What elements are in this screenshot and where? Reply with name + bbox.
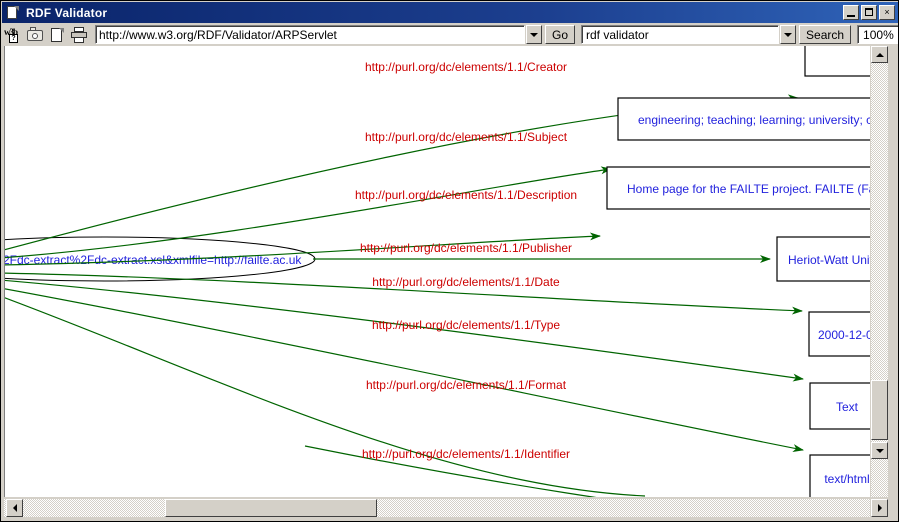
edge-label-type: http://purl.org/dc/elements/1.1/Type	[372, 318, 560, 332]
vertical-scrollbar-thumb[interactable]	[871, 380, 888, 440]
horizontal-scrollbar-track[interactable]	[4, 499, 870, 517]
object-node-date[interactable]: 2000-12-05	[808, 311, 870, 357]
triangle-left-icon	[12, 504, 17, 512]
object-node-publisher[interactable]: Heriot-Watt Unive	[776, 236, 870, 282]
search-button[interactable]: Search	[799, 25, 852, 44]
camera-icon[interactable]	[25, 25, 46, 45]
canvas-frame: 2Fdc-extract%2Fdc-extract.xsl&xmlfile=ht…	[2, 46, 898, 521]
address-input[interactable]: http://www.w3.org/RDF/Validator/ARPServl…	[95, 25, 525, 44]
search-bar: rdf validator	[581, 25, 797, 44]
toolbar: w3b ? http://www.w3.org/RDF/Validator/AR…	[2, 23, 898, 46]
object-node-creator[interactable]	[804, 46, 870, 77]
search-input[interactable]: rdf validator	[581, 25, 780, 44]
object-node-date-label: 2000-12-05	[818, 328, 870, 342]
edge-label-description: http://purl.org/dc/elements/1.1/Descript…	[355, 188, 577, 202]
triangle-right-icon	[877, 504, 882, 512]
object-node-description[interactable]: Home page for the FAILTE project. FAILTE…	[606, 166, 870, 210]
triangle-up-icon	[875, 52, 884, 57]
rdf-validator-window: RDF Validator × w3b ? http://www.w3.org/…	[0, 0, 899, 522]
w3c-validator-icon[interactable]: w3b ?	[3, 25, 24, 45]
object-node-publisher-label: Heriot-Watt Unive	[788, 253, 870, 267]
close-button[interactable]: ×	[879, 5, 895, 20]
go-button[interactable]: Go	[545, 25, 576, 44]
zoom-value[interactable]: 100%	[857, 25, 898, 44]
window-title: RDF Validator	[26, 5, 108, 20]
edge-format	[5, 288, 804, 452]
edge-label-date: http://purl.org/dc/elements/1.1/Date	[372, 275, 560, 289]
edge-label-creator: http://purl.org/dc/elements/1.1/Creator	[365, 60, 567, 74]
address-dropdown-chevron-down-icon[interactable]	[526, 25, 542, 44]
graph-object-nodes: engineering; teaching; learning; univers…	[606, 46, 870, 497]
object-node-identifier-label: text/html	[824, 472, 869, 486]
edge-label-identifier: http://purl.org/dc/elements/1.1/Identifi…	[362, 447, 570, 461]
horizontal-scrollbar-thumb[interactable]	[165, 499, 377, 517]
minimize-button[interactable]	[843, 5, 859, 20]
zoom-control: 100%	[857, 25, 898, 44]
object-node-description-label: Home page for the FAILTE project. FAILTE…	[627, 182, 870, 196]
print-icon[interactable]	[69, 25, 90, 45]
scrollbar-corner	[888, 499, 898, 517]
graph-edge-labels: http://purl.org/dc/elements/1.1/Creator …	[355, 60, 577, 461]
maximize-button[interactable]	[861, 5, 877, 20]
object-node-format[interactable]: Text	[809, 382, 870, 430]
object-node-format-label: Text	[836, 400, 859, 414]
search-dropdown-chevron-down-icon[interactable]	[780, 25, 797, 44]
rdf-graph-canvas[interactable]: 2Fdc-extract%2Fdc-extract.xsl&xmlfile=ht…	[4, 46, 870, 497]
scroll-left-button[interactable]	[6, 499, 23, 517]
rdf-graph-svg: 2Fdc-extract%2Fdc-extract.xsl&xmlfile=ht…	[5, 46, 870, 497]
object-node-identifier[interactable]: text/html	[809, 454, 870, 497]
new-page-icon[interactable]	[47, 25, 68, 45]
edge-label-format: http://purl.org/dc/elements/1.1/Format	[366, 378, 567, 392]
title-bar: RDF Validator ×	[2, 2, 898, 23]
graph-edges	[5, 94, 804, 497]
window-controls: ×	[843, 5, 895, 20]
address-bar: http://www.w3.org/RDF/Validator/ARPServl…	[95, 25, 542, 44]
w3c-validator-icon-badge: ?	[9, 33, 18, 43]
scroll-down-button[interactable]	[871, 442, 888, 459]
edge-label-publisher: http://purl.org/dc/elements/1.1/Publishe…	[360, 241, 572, 255]
document-icon	[5, 5, 21, 21]
triangle-down-icon	[875, 448, 884, 453]
scroll-up-button[interactable]	[871, 46, 888, 63]
object-node-subject[interactable]: engineering; teaching; learning; univers…	[617, 97, 870, 141]
object-node-subject-label: engineering; teaching; learning; univers…	[638, 113, 870, 127]
edge-label-subject: http://purl.org/dc/elements/1.1/Subject	[365, 130, 568, 144]
scroll-right-button[interactable]	[871, 499, 888, 517]
